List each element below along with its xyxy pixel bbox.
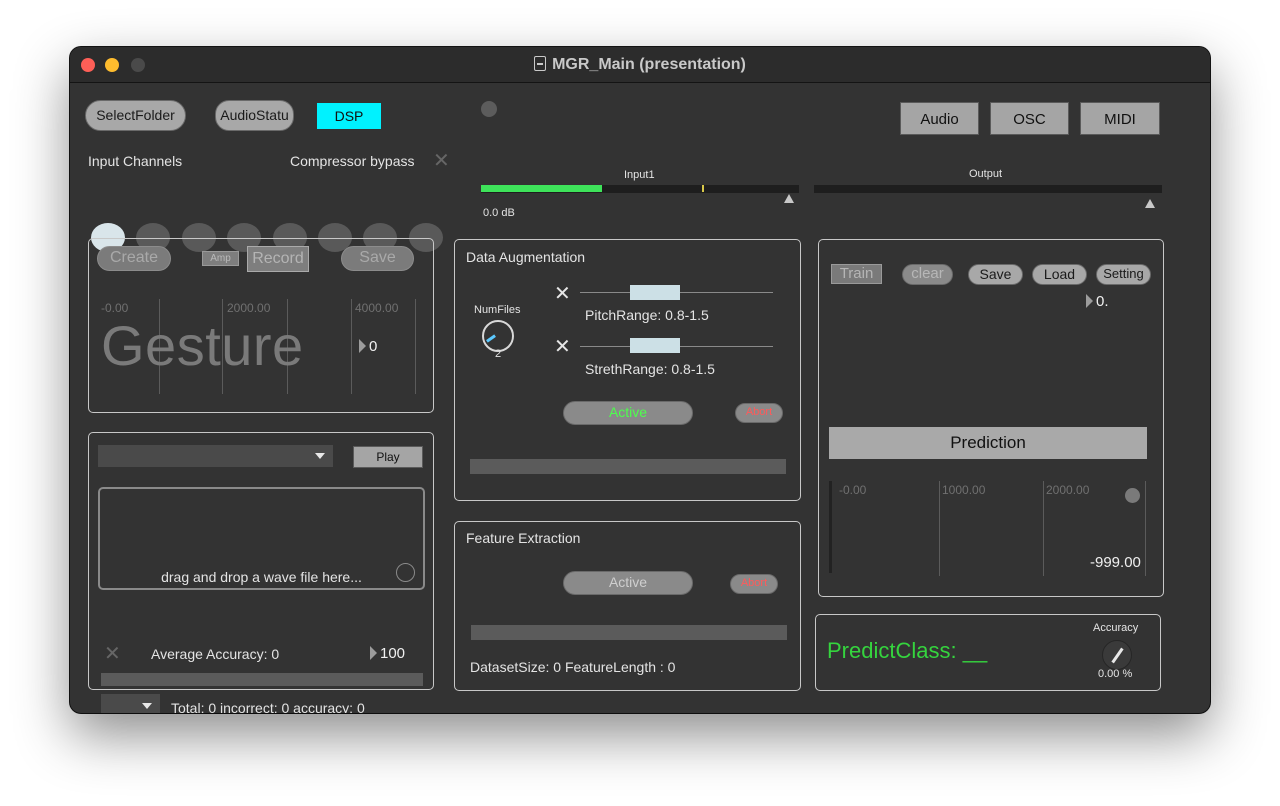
input-channels-label: Input Channels xyxy=(88,153,183,169)
file-dropdown[interactable] xyxy=(98,445,333,467)
number-arrow-icon xyxy=(359,339,366,353)
feature-abort-button[interactable]: Abort xyxy=(730,574,778,594)
feature-active-button[interactable]: Active xyxy=(563,571,693,595)
audio-settings-button[interactable]: Audio xyxy=(900,102,979,135)
input-meter-label: Input1 xyxy=(624,169,655,181)
record-button[interactable]: Record xyxy=(247,246,309,272)
output-gain-slider-handle[interactable] xyxy=(1145,199,1155,208)
streth-range-label: StrethRange: 0.8-1.5 xyxy=(585,361,715,377)
compressor-bypass-toggle[interactable]: ✕ xyxy=(433,151,450,171)
prediction-button[interactable]: Prediction xyxy=(829,427,1147,459)
graph-gridline xyxy=(1145,481,1146,576)
presentation-canvas: SelectFolder AudioStatu DSP Audio OSC MI… xyxy=(70,84,1210,713)
gesture-number-value: 0 xyxy=(369,338,378,355)
playback-status-indicator xyxy=(396,563,415,582)
audio-status-button[interactable]: AudioStatu xyxy=(215,100,294,131)
dataset-info-text: DatasetSize: 0 FeatureLength : 0 xyxy=(470,659,676,675)
compressor-bypass-label: Compressor bypass xyxy=(290,153,415,169)
numfiles-value: 2 xyxy=(495,348,502,360)
output-meter-label: Output xyxy=(969,168,1003,180)
data-augmentation-title: Data Augmentation xyxy=(466,249,586,265)
prediction-output-value: -999.00 xyxy=(1090,554,1141,571)
predict-class-text: PredictClass: __ xyxy=(827,638,988,663)
select-folder-button[interactable]: SelectFolder xyxy=(85,100,186,131)
average-accuracy-text: Average Accuracy: 0 xyxy=(151,646,280,662)
accuracy-label: Accuracy xyxy=(1093,622,1139,634)
chevron-down-icon xyxy=(142,703,152,709)
graph-tick-label: -0.00 xyxy=(839,483,867,497)
augmentation-progress-bar xyxy=(470,459,786,474)
feature-extraction-title: Feature Extraction xyxy=(466,530,581,546)
clear-button[interactable]: clear xyxy=(902,264,953,285)
dial-indicator xyxy=(1111,647,1124,664)
train-button[interactable]: Train xyxy=(831,264,882,284)
create-button[interactable]: Create xyxy=(97,246,171,271)
output-level-meter xyxy=(814,185,1162,193)
window-title-text: MGR_Main (presentation) xyxy=(552,56,746,73)
accuracy-toggle[interactable]: ✕ xyxy=(104,644,121,664)
predict-class-panel: PredictClass: __ Accuracy 0.00 % xyxy=(815,614,1161,691)
input-db-readout: 0.0 dB xyxy=(483,207,515,219)
dsp-toggle[interactable]: DSP xyxy=(317,103,381,129)
training-panel: Train clear Save Load Setting 0. Predict… xyxy=(818,239,1164,597)
input-gain-slider-handle[interactable] xyxy=(784,194,794,203)
feature-extraction-panel: Feature Extraction Active Abort DatasetS… xyxy=(454,521,801,691)
prediction-graph-dot xyxy=(1125,488,1140,503)
accuracy-number-box[interactable]: 100 xyxy=(370,645,405,662)
model-save-button[interactable]: Save xyxy=(968,264,1023,285)
augmentation-abort-button[interactable]: Abort xyxy=(735,403,783,423)
pitch-range-label: PitchRange: 0.8-1.5 xyxy=(585,307,709,323)
gesture-save-button[interactable]: Save xyxy=(341,246,414,271)
augmentation-active-button[interactable]: Active xyxy=(563,401,693,425)
play-button[interactable]: Play xyxy=(353,446,423,468)
number-arrow-icon xyxy=(370,646,377,660)
pitch-range-slider-thumb[interactable] xyxy=(630,285,680,300)
graph-gridline xyxy=(939,481,940,576)
window-title: MGR_Main (presentation) xyxy=(70,56,1210,74)
drop-hint-text: drag and drop a wave file here... xyxy=(161,569,362,585)
training-number-value: 0. xyxy=(1096,293,1109,310)
document-icon xyxy=(534,56,547,71)
accuracy-value: 0.00 % xyxy=(1098,668,1133,680)
data-augmentation-panel: Data Augmentation NumFiles 2 ✕ PitchRang… xyxy=(454,239,801,501)
mode-dropdown[interactable] xyxy=(101,694,160,713)
playback-progress-bar xyxy=(101,673,423,686)
graph-tick-label: 4000.00 xyxy=(355,301,399,315)
numfiles-label: NumFiles xyxy=(474,304,521,316)
graph-tick-label: 2000.00 xyxy=(1046,483,1090,497)
training-number-box[interactable]: 0. xyxy=(1086,293,1109,310)
status-led xyxy=(481,101,497,117)
accuracy-dial xyxy=(1102,640,1132,670)
number-arrow-icon xyxy=(1086,294,1093,308)
graph-gridline xyxy=(415,299,416,394)
gesture-number-box[interactable]: 0 xyxy=(359,338,377,355)
graph-gridline xyxy=(351,299,352,394)
input-level-fill xyxy=(481,185,602,192)
input-peak-marker xyxy=(702,185,704,192)
amp-toggle[interactable]: Amp xyxy=(202,251,239,266)
dial-indicator xyxy=(486,334,496,343)
streth-range-slider-thumb[interactable] xyxy=(630,338,680,353)
graph-gridline xyxy=(1043,481,1044,576)
totals-text: Total: 0 incorrect: 0 accuracy: 0 xyxy=(171,700,365,713)
model-load-button[interactable]: Load xyxy=(1032,264,1087,285)
pitch-range-toggle[interactable]: ✕ xyxy=(554,284,571,304)
input-level-meter xyxy=(481,185,799,193)
streth-range-toggle[interactable]: ✕ xyxy=(554,337,571,357)
midi-settings-button[interactable]: MIDI xyxy=(1080,102,1160,135)
feature-progress-bar xyxy=(471,625,787,640)
accuracy-number-value: 100 xyxy=(380,645,406,662)
title-bar: MGR_Main (presentation) xyxy=(70,47,1210,83)
gesture-watermark: Gesture xyxy=(101,314,304,377)
prediction-meter xyxy=(829,481,832,573)
chevron-down-icon xyxy=(315,453,325,459)
osc-settings-button[interactable]: OSC xyxy=(990,102,1069,135)
setting-button[interactable]: Setting xyxy=(1096,264,1151,285)
wave-drop-zone[interactable]: drag and drop a wave file here... xyxy=(98,487,425,590)
app-window: MGR_Main (presentation) SelectFolder Aud… xyxy=(70,47,1210,713)
graph-tick-label: 1000.00 xyxy=(942,483,986,497)
